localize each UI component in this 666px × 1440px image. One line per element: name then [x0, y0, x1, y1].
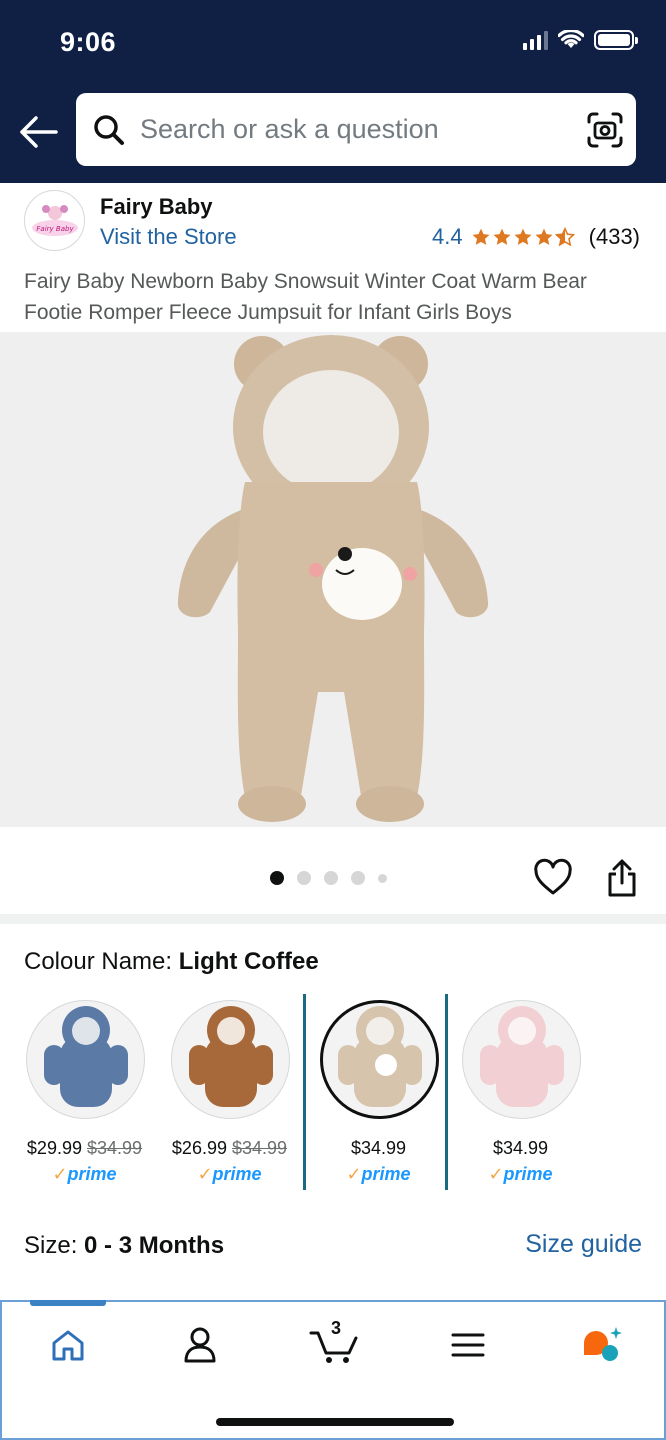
carousel-dot[interactable] — [378, 873, 387, 883]
star-rating — [471, 227, 575, 247]
prime-badge: ✓prime — [52, 1164, 117, 1184]
image-carousel-dots[interactable] — [270, 871, 387, 885]
user-icon — [184, 1327, 216, 1363]
prime-badge: ✓prime — [197, 1164, 262, 1184]
size-label: Size: 0 - 3 Months — [24, 1232, 225, 1259]
arrow-left-icon — [20, 116, 58, 148]
camera-scan-icon[interactable] — [586, 111, 624, 149]
swatch-price: $34.99 — [492, 1138, 549, 1158]
status-icons — [523, 30, 638, 50]
swatch-price: $26.99 $34.99 — [171, 1138, 288, 1158]
colour-swatch-blue[interactable]: $29.99 $34.99 ✓prime — [12, 994, 157, 1190]
menu-icon — [451, 1333, 485, 1357]
product-title: Fairy Baby Newborn Baby Snowsuit Winter … — [24, 270, 587, 324]
rating-summary[interactable]: 4.4 (433) — [432, 224, 640, 250]
snowsuit-illustration — [177, 335, 489, 822]
search-input[interactable]: Search or ask a question — [140, 114, 439, 145]
home-indicator — [216, 1418, 454, 1426]
nav-account[interactable] — [170, 1320, 230, 1370]
swatch-list-price: $34.99 — [87, 1138, 143, 1158]
selected-size: 0 - 3 Months — [84, 1232, 225, 1259]
size-guide-link[interactable]: Size guide — [525, 1230, 642, 1259]
carousel-dot[interactable] — [270, 871, 284, 885]
battery-icon — [594, 30, 638, 50]
heart-icon[interactable] — [533, 858, 573, 898]
swatch-image — [26, 1000, 145, 1119]
back-button[interactable] — [16, 110, 60, 154]
active-tab-indicator — [30, 1300, 106, 1306]
home-icon — [52, 1330, 84, 1361]
star-half-icon — [554, 227, 575, 247]
brand-logo-image: Fairy Baby — [31, 204, 78, 236]
wifi-icon — [558, 30, 584, 48]
product-image[interactable] — [0, 332, 666, 827]
rating-count: (433) — [588, 224, 640, 249]
cellular-signal-icon — [523, 30, 548, 50]
carousel-dot[interactable] — [351, 871, 365, 885]
nav-menu[interactable] — [438, 1320, 498, 1370]
nav-rufus[interactable] — [572, 1320, 632, 1370]
bottom-navigation: 3 — [0, 1300, 666, 1440]
share-icon[interactable] — [604, 858, 640, 898]
swatch-image — [171, 1000, 290, 1119]
colour-label: Colour Name: Light Coffee — [24, 948, 319, 975]
carousel-dot[interactable] — [324, 871, 338, 885]
swatch-price: $34.99 — [350, 1138, 407, 1158]
rufus-assistant-icon — [584, 1327, 622, 1361]
swatch-list-price: $34.99 — [232, 1138, 288, 1158]
brand-name: Fairy Baby — [100, 194, 213, 219]
colour-swatch-brown[interactable]: $26.99 $34.99 ✓prime — [157, 994, 302, 1190]
app-header: 9:06 Search or ask a question — [0, 0, 666, 183]
status-time: 9:06 — [60, 27, 117, 57]
colour-swatch-pink[interactable]: $34.99 ✓prime — [448, 994, 593, 1190]
swatch-price: $29.99 $34.99 — [26, 1138, 143, 1158]
colour-swatch-light-coffee[interactable]: $34.99 ✓prime — [303, 994, 448, 1190]
visit-store-link[interactable]: Visit the Store — [100, 224, 237, 250]
prime-badge: ✓prime — [488, 1164, 553, 1184]
search-icon — [92, 113, 126, 147]
star-full-icon — [535, 228, 553, 245]
nav-home[interactable] — [38, 1320, 98, 1370]
section-divider — [0, 914, 666, 924]
brand-logo[interactable]: Fairy Baby — [24, 190, 85, 251]
star-full-icon — [514, 228, 532, 245]
cart-count-badge: 3 — [331, 1318, 342, 1338]
search-bar[interactable]: Search or ask a question — [76, 93, 636, 166]
swatch-image — [462, 1000, 581, 1119]
swatch-image — [320, 1000, 439, 1119]
prime-badge: ✓prime — [346, 1164, 411, 1184]
colour-swatches: $29.99 $34.99 ✓prime $26.99 $34.99 ✓prim… — [0, 994, 666, 1194]
svg-text:Fairy Baby: Fairy Baby — [36, 225, 74, 233]
carousel-dot[interactable] — [297, 871, 311, 885]
star-full-icon — [493, 228, 511, 245]
star-full-icon — [472, 228, 490, 245]
rating-value: 4.4 — [432, 224, 463, 249]
nav-cart[interactable]: 3 — [304, 1318, 364, 1370]
selected-colour: Light Coffee — [178, 948, 319, 975]
